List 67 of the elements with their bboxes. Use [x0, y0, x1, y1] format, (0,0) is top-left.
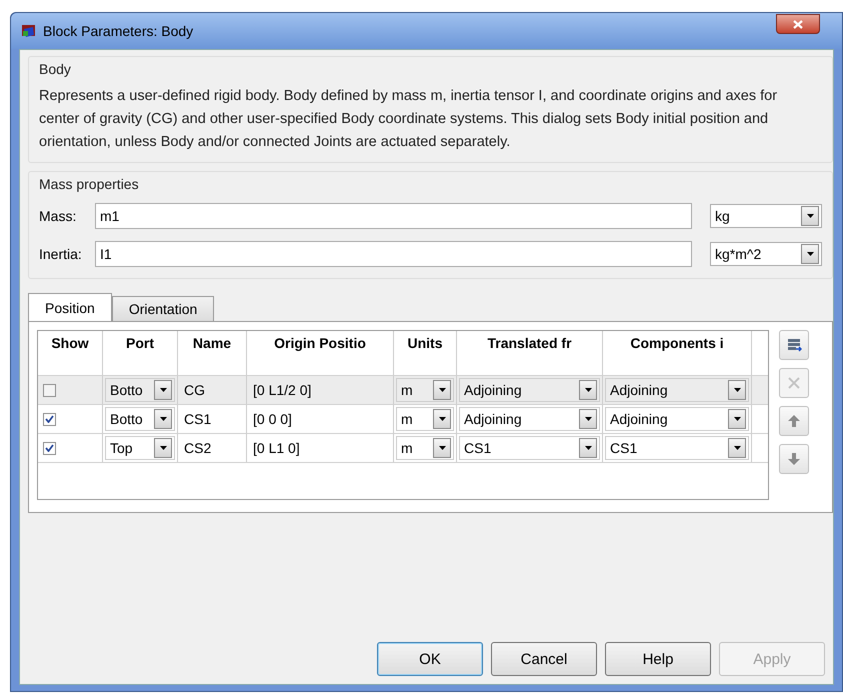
units-dropdown[interactable]: m: [396, 378, 454, 402]
field-label: Mass:: [39, 208, 78, 224]
window-title: Block Parameters: Body: [43, 23, 194, 39]
column-header: Name: [178, 331, 247, 375]
checkbox[interactable]: [43, 442, 56, 454]
input-field[interactable]: I1: [95, 241, 692, 267]
caret-icon: [584, 388, 592, 392]
table-cell: CG: [178, 376, 247, 404]
column-header: Port: [103, 331, 178, 375]
dialog-button[interactable]: OK: [377, 642, 483, 676]
unit-dropdown[interactable]: kg*m^2: [710, 242, 822, 266]
port-side-dropdown[interactable]: Botto: [105, 407, 175, 431]
toolbar-button[interactable]: [779, 406, 809, 436]
tab[interactable]: Position: [28, 293, 112, 321]
column-header: Translated fr: [457, 331, 603, 375]
app-icon: [21, 23, 37, 39]
column-header: Units: [394, 331, 457, 375]
caret-icon: [734, 446, 740, 450]
toolbar-button[interactable]: [779, 444, 809, 474]
up-arrow-icon: [786, 413, 802, 429]
table-cell: [0 L1/2 0]: [247, 376, 394, 404]
checkbox[interactable]: [43, 384, 56, 396]
translated-dropdown[interactable]: Adjoining: [459, 378, 600, 402]
components-dropdown[interactable]: Adjoining: [605, 407, 749, 431]
input-field[interactable]: m1: [95, 203, 692, 229]
table-cell: CS2: [178, 434, 247, 462]
caret-icon: [734, 417, 740, 421]
caret-icon: [584, 446, 592, 450]
column-header: Origin Positio: [247, 331, 394, 375]
column-header: Show: [38, 331, 103, 375]
column-header: Components i: [603, 331, 752, 375]
caret-icon: [438, 446, 446, 450]
close-button[interactable]: [776, 14, 820, 34]
down-arrow-icon: [786, 451, 802, 467]
group-title: Body: [39, 61, 72, 77]
list-icon: [786, 337, 802, 353]
components-dropdown[interactable]: CS1: [605, 436, 749, 460]
units-dropdown[interactable]: m: [396, 436, 454, 460]
checkbox[interactable]: [43, 412, 56, 426]
translated-dropdown[interactable]: Adjoining: [459, 407, 600, 431]
table-cell: [0 0 0]: [247, 405, 394, 433]
dialog-button[interactable]: Cancel: [491, 642, 597, 676]
caret-icon: [160, 446, 166, 450]
caret-icon: [438, 417, 446, 421]
caret-icon: [806, 252, 814, 256]
field-label: Inertia:: [39, 246, 83, 262]
tab[interactable]: Orientation: [112, 296, 214, 321]
caret-icon: [806, 214, 814, 218]
translated-dropdown[interactable]: CS1: [459, 436, 600, 460]
components-dropdown[interactable]: Adjoining: [605, 378, 749, 402]
port-side-dropdown[interactable]: Top: [105, 436, 175, 460]
units-dropdown[interactable]: m: [396, 407, 454, 431]
caret-icon: [734, 388, 740, 392]
table-cell: CS1: [178, 405, 247, 433]
description-text: Represents a user-defined rigid body. Body defined by mass m, inertia tensor I, and coordinate origins and axes for center of gravity (CG) and other user-specified Body coordinate systems. This dialog sets Body initial position and orientation, unless Body and/or connected Joints are actuated separately.: [39, 87, 778, 152]
caret-icon: [438, 388, 446, 392]
dialog-button[interactable]: Help: [605, 642, 711, 676]
unit-dropdown[interactable]: kg: [710, 204, 822, 228]
caret-icon: [160, 417, 166, 421]
close-icon: [793, 20, 803, 28]
port-side-dropdown[interactable]: Botto: [105, 378, 175, 402]
table-cell: [0 L1 0]: [247, 434, 394, 462]
delete-icon: [786, 375, 802, 391]
group-title: Mass properties: [39, 176, 140, 192]
caret-icon: [160, 388, 166, 392]
toolbar-button[interactable]: [779, 330, 809, 360]
caret-icon: [584, 417, 592, 421]
